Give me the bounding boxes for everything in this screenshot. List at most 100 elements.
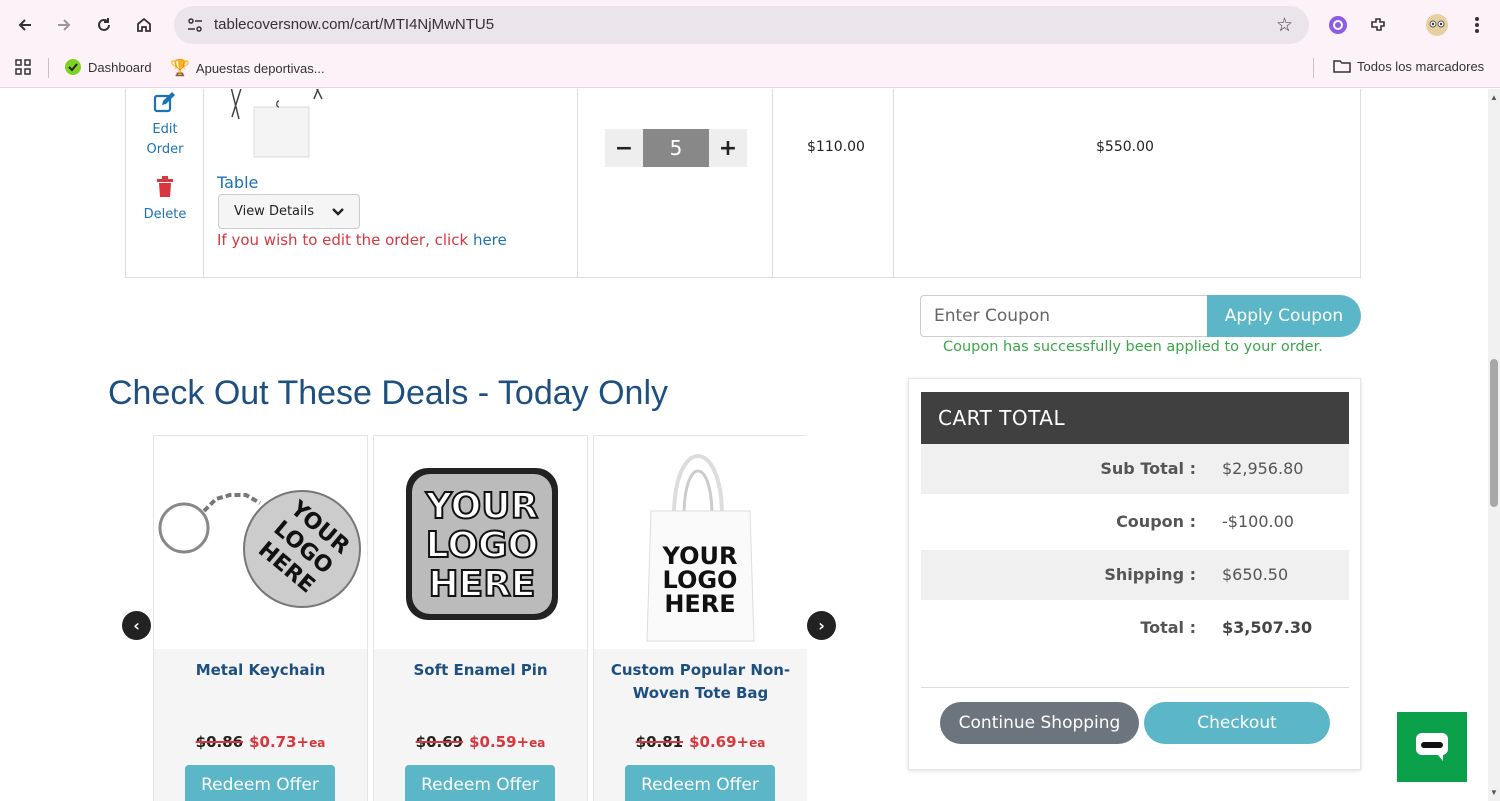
deal-price: $0.69 $0.59+ea [374, 733, 587, 751]
view-details-label: View Details [233, 204, 315, 219]
coupon-label: Coupon : [1116, 512, 1196, 531]
logo-text: YOUR [425, 486, 538, 527]
logo-text: LOGO [426, 525, 538, 566]
page-content: Edit Order Delete Table View Details If … [0, 89, 1488, 801]
all-bookmarks-label: Todos los marcadores [1357, 58, 1485, 74]
quantity-input[interactable]: 5 [643, 129, 709, 167]
redeem-offer-button[interactable]: Redeem Offer [625, 765, 775, 801]
forward-icon[interactable] [51, 12, 77, 38]
page-scrollbar[interactable]: ▲ ▼ [1488, 89, 1500, 801]
enamel-pin-image: YOUR LOGO HERE [374, 436, 587, 649]
checkout-button[interactable]: Checkout [1144, 702, 1330, 744]
deal-price: $0.81 $0.69+ea [594, 733, 807, 751]
back-icon[interactable] [12, 12, 38, 38]
deals-title: Check Out These Deals - Today Only [108, 374, 669, 412]
menu-kebab-icon[interactable] [1464, 12, 1490, 38]
cart-total-panel: CART TOTAL Sub Total : $2,956.80 Coupon … [908, 378, 1361, 770]
total-row: Total : $3,507.30 [921, 603, 1349, 653]
carousel-prev-icon[interactable]: ‹ [122, 611, 151, 640]
unit-price: $110.00 [807, 139, 865, 155]
folder-icon [1333, 60, 1351, 73]
profile-avatar-icon[interactable] [1424, 12, 1450, 38]
subtotal-row: Sub Total : $2,956.80 [921, 444, 1349, 494]
subtotal-label: Sub Total : [1100, 459, 1196, 478]
edit-icon [153, 92, 175, 113]
shipping-row: Shipping : $650.50 [921, 550, 1349, 600]
cell-divider [893, 89, 894, 278]
logo-text: HERE [428, 564, 535, 605]
bookmark-star-icon[interactable]: ☆ [1276, 14, 1293, 37]
deal-info: Custom Popular Non-Woven Tote Bag $0.81 $… [594, 649, 807, 801]
deal-card: YOUR LOGO HERE Soft Enamel Pin $0.69 $0.5… [373, 435, 588, 801]
extensions-puzzle-icon[interactable] [1365, 12, 1391, 38]
new-price: $0.69+ [689, 733, 750, 751]
view-details-dropdown[interactable]: View Details [218, 194, 360, 229]
deal-name[interactable]: Metal Keychain [160, 659, 361, 682]
address-bar[interactable]: tablecoversnow.com/cart/MTI4NjMwNTU5 ☆ [174, 6, 1309, 44]
redeem-offer-button[interactable]: Redeem Offer [185, 765, 335, 801]
quantity-stepper: − 5 + [605, 129, 747, 167]
order-label: Order [146, 142, 184, 157]
deal-name[interactable]: Custom Popular Non-Woven Tote Bag [600, 659, 801, 705]
all-bookmarks-folder[interactable]: Todos los marcadores [1333, 58, 1484, 74]
deal-name[interactable]: Soft Enamel Pin [380, 659, 581, 682]
dashboard-icon [65, 59, 81, 75]
deal-info: Soft Enamel Pin $0.69 $0.59+ea Redeem Off… [374, 649, 587, 801]
total-label: Total : [1140, 618, 1196, 637]
continue-shopping-button[interactable]: Continue Shopping [940, 702, 1139, 744]
bookmarks-bar: Dashboard 🏆 Apuestas deportivas... Todos… [0, 50, 1500, 88]
site-info-icon[interactable] [186, 16, 204, 39]
tote-bag-image: YOUR LOGO HERE [594, 436, 807, 649]
edit-order-note: If you wish to edit the order, click her… [217, 231, 507, 249]
bookmark-apuestas[interactable]: 🏆 Apuestas deportivas... [170, 58, 325, 78]
shipping-value: $650.50 [1222, 565, 1289, 584]
scrollbar-thumb[interactable] [1490, 359, 1498, 507]
deal-card: YOUR LOGO HERE Metal Keychain $0.86 $0.73… [153, 435, 368, 801]
product-name-link[interactable]: Table [217, 173, 258, 192]
coupon-success-message: Coupon has successfully been applied to … [943, 339, 1323, 355]
chat-widget-button[interactable] [1397, 712, 1467, 782]
edit-note-text: If you wish to edit the order, click [217, 231, 473, 249]
old-price: $0.86 [195, 733, 244, 751]
logo-text: HERE [664, 590, 735, 618]
redeem-offer-button[interactable]: Redeem Offer [405, 765, 555, 801]
chevron-down-icon [332, 207, 344, 216]
deal-card: YOUR LOGO HERE Custom Popular Non-Woven … [593, 435, 807, 801]
coupon-input[interactable]: Enter Coupon [920, 295, 1210, 337]
scroll-down-icon[interactable]: ▼ [1490, 788, 1498, 797]
chat-icon [1416, 733, 1448, 761]
extension-icon[interactable] [1325, 12, 1351, 38]
delete-label: Delete [143, 207, 187, 222]
carousel-next-icon[interactable]: › [807, 611, 836, 640]
coupon-row: Coupon : -$100.00 [921, 497, 1349, 547]
decrease-quantity-button[interactable]: − [605, 129, 643, 167]
edit-here-link[interactable]: here [473, 231, 507, 249]
price-unit: ea [529, 736, 546, 750]
deal-info: Metal Keychain $0.86 $0.73+ea Redeem Offe… [154, 649, 367, 801]
divider [921, 687, 1349, 688]
increase-quantity-button[interactable]: + [709, 129, 747, 167]
reload-icon[interactable] [91, 12, 117, 38]
old-price: $0.69 [415, 733, 464, 751]
bookmark-label: Dashboard [88, 59, 152, 75]
old-price: $0.81 [635, 733, 684, 751]
bookmark-separator [1313, 58, 1314, 78]
scroll-up-icon[interactable]: ▲ [1490, 93, 1498, 102]
url-text: tablecoversnow.com/cart/MTI4NjMwNTU5 [214, 16, 495, 33]
edit-order-button[interactable]: Edit Order [126, 91, 204, 160]
cart-item-row: Edit Order Delete Table View Details If … [125, 89, 1361, 278]
coupon-value: -$100.00 [1222, 512, 1294, 531]
cart-total-heading: CART TOTAL [921, 392, 1349, 444]
home-icon[interactable] [131, 12, 157, 38]
delete-button[interactable]: Delete [126, 176, 204, 225]
product-image [224, 89, 334, 159]
apps-grid-icon[interactable] [14, 58, 32, 76]
edit-label: Edit [152, 122, 178, 137]
trash-icon [157, 176, 173, 197]
price-unit: ea [749, 736, 766, 750]
bookmark-dashboard[interactable]: Dashboard [64, 58, 152, 76]
trophy-icon: 🏆 [170, 60, 190, 77]
cell-divider [577, 89, 578, 278]
apply-coupon-button[interactable]: Apply Coupon [1207, 295, 1361, 337]
keychain-image: YOUR LOGO HERE [154, 436, 367, 649]
